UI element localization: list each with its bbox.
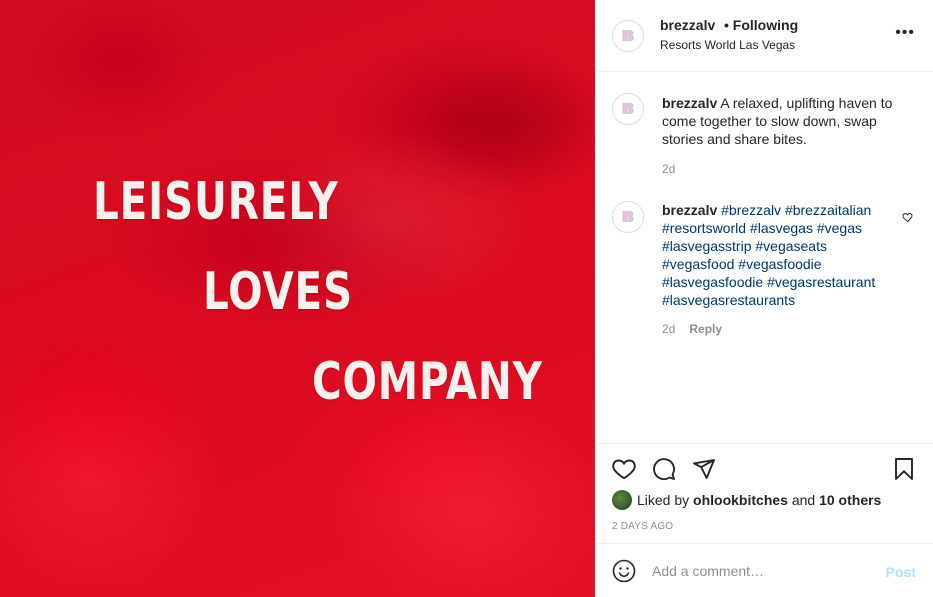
comment-time[interactable]: 2d <box>662 322 675 336</box>
follow-status[interactable]: • Following <box>724 17 798 33</box>
like-heart-icon[interactable] <box>612 457 636 481</box>
likes-others-link[interactable]: 10 others <box>819 492 881 508</box>
comment-body: brezzalv A relaxed, uplifting haven to c… <box>662 94 914 148</box>
comment-bubble-icon[interactable] <box>652 457 676 481</box>
avatar[interactable]: B <box>612 20 644 52</box>
liker-avatar[interactable] <box>612 490 632 510</box>
food-shadow <box>420 60 595 190</box>
following-button[interactable]: Following <box>733 17 798 33</box>
post-actions: Liked by ohlookbitches and 10 others 2 D… <box>596 443 933 543</box>
emoji-smiley-icon[interactable] <box>612 559 636 583</box>
tomato-blur <box>0 360 220 597</box>
image-text-line-2: LOVES <box>203 262 354 322</box>
save-bookmark-icon[interactable] <box>892 457 916 481</box>
post-date[interactable]: 2 DAYS AGO <box>612 521 673 532</box>
more-options-icon[interactable]: ••• <box>895 25 915 41</box>
likes-summary: Liked by ohlookbitches and 10 others <box>612 490 881 510</box>
instagram-post-modal: LEISURELY LOVES COMPANY B brezzalv • Fol… <box>0 0 933 597</box>
comment-username[interactable]: brezzalv <box>662 95 717 111</box>
share-paper-plane-icon[interactable] <box>692 457 716 481</box>
avatar[interactable]: B <box>612 93 644 125</box>
image-text-line-3: COMPANY <box>312 352 543 412</box>
avatar-logo: B <box>622 27 634 45</box>
avatar[interactable]: B <box>612 201 644 233</box>
post-image[interactable]: LEISURELY LOVES COMPANY <box>0 0 595 597</box>
tomato-blur-right <box>330 400 595 597</box>
comments-list: B brezzalv A relaxed, uplifting haven to… <box>596 73 933 443</box>
avatar-logo: B <box>622 100 634 118</box>
post-button[interactable]: Post <box>886 564 916 580</box>
location-link[interactable]: Resorts World Las Vegas <box>660 38 795 52</box>
liked-prefix: Liked by <box>637 492 690 508</box>
avatar-logo: B <box>622 208 634 226</box>
add-comment-bar: Post <box>596 543 933 597</box>
comment-meta: 2d Reply <box>662 322 722 336</box>
comment-like-heart-icon[interactable] <box>902 211 914 223</box>
comment-time[interactable]: 2d <box>662 162 675 176</box>
liker-username[interactable]: ohlookbitches <box>693 492 788 508</box>
post-header: B brezzalv • Following Resorts World Las… <box>596 0 933 72</box>
reply-button[interactable]: Reply <box>689 322 722 336</box>
liked-and: and <box>791 492 816 508</box>
comment-input[interactable] <box>652 563 872 579</box>
post-details-panel: B brezzalv • Following Resorts World Las… <box>595 0 933 597</box>
caption-comment: B brezzalv A relaxed, uplifting haven to… <box>612 93 912 183</box>
separator-dot: • <box>724 17 729 33</box>
hashtag-comment: B brezzalv #brezzalv #brezzaitalian #res… <box>612 201 914 341</box>
header-username[interactable]: brezzalv <box>660 17 715 33</box>
comment-username[interactable]: brezzalv <box>662 202 717 218</box>
image-text-line-1: LEISURELY <box>93 172 339 232</box>
comment-body: brezzalv #brezzalv #brezzaitalian #resor… <box>662 201 902 309</box>
